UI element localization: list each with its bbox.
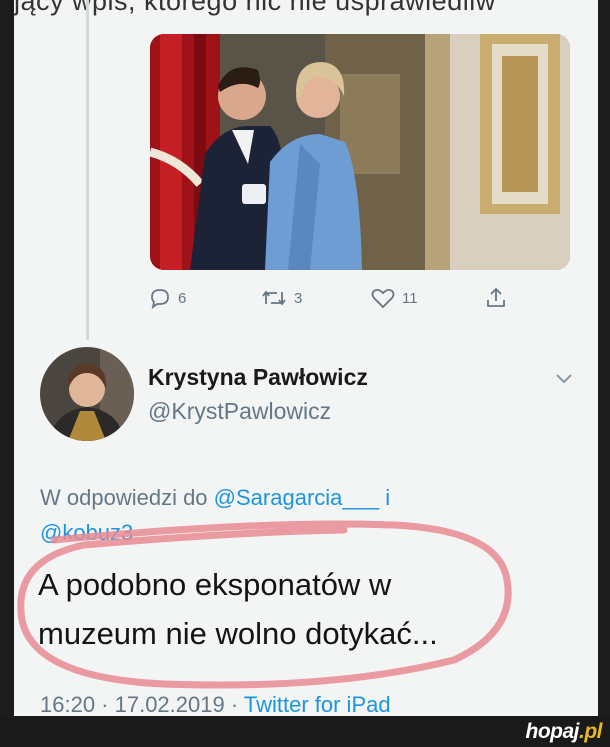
watermark-tld: .pl bbox=[579, 720, 603, 743]
watermark-brand: hopaj bbox=[525, 720, 580, 743]
tweet-meta: 16:20 · 17.02.2019 · Twitter for iPad bbox=[40, 692, 391, 716]
watermark-bar bbox=[0, 716, 610, 747]
tweet-text-line-1: A podobno eksponatów w bbox=[38, 567, 392, 602]
tweet-text: A podobno eksponatów w muzeum nie wolno … bbox=[38, 560, 578, 658]
tweet-source[interactable]: Twitter for iPad bbox=[244, 692, 391, 716]
tweet-text-line-2: muzeum nie wolno dotykać... bbox=[38, 616, 438, 651]
screenshot-frame: jący wpis, którego nic nie usprawiedliw bbox=[14, 0, 598, 716]
tweet-timestamp[interactable]: 16:20 · 17.02.2019 · bbox=[40, 692, 238, 716]
watermark-logo: hopaj.pl bbox=[526, 720, 603, 744]
